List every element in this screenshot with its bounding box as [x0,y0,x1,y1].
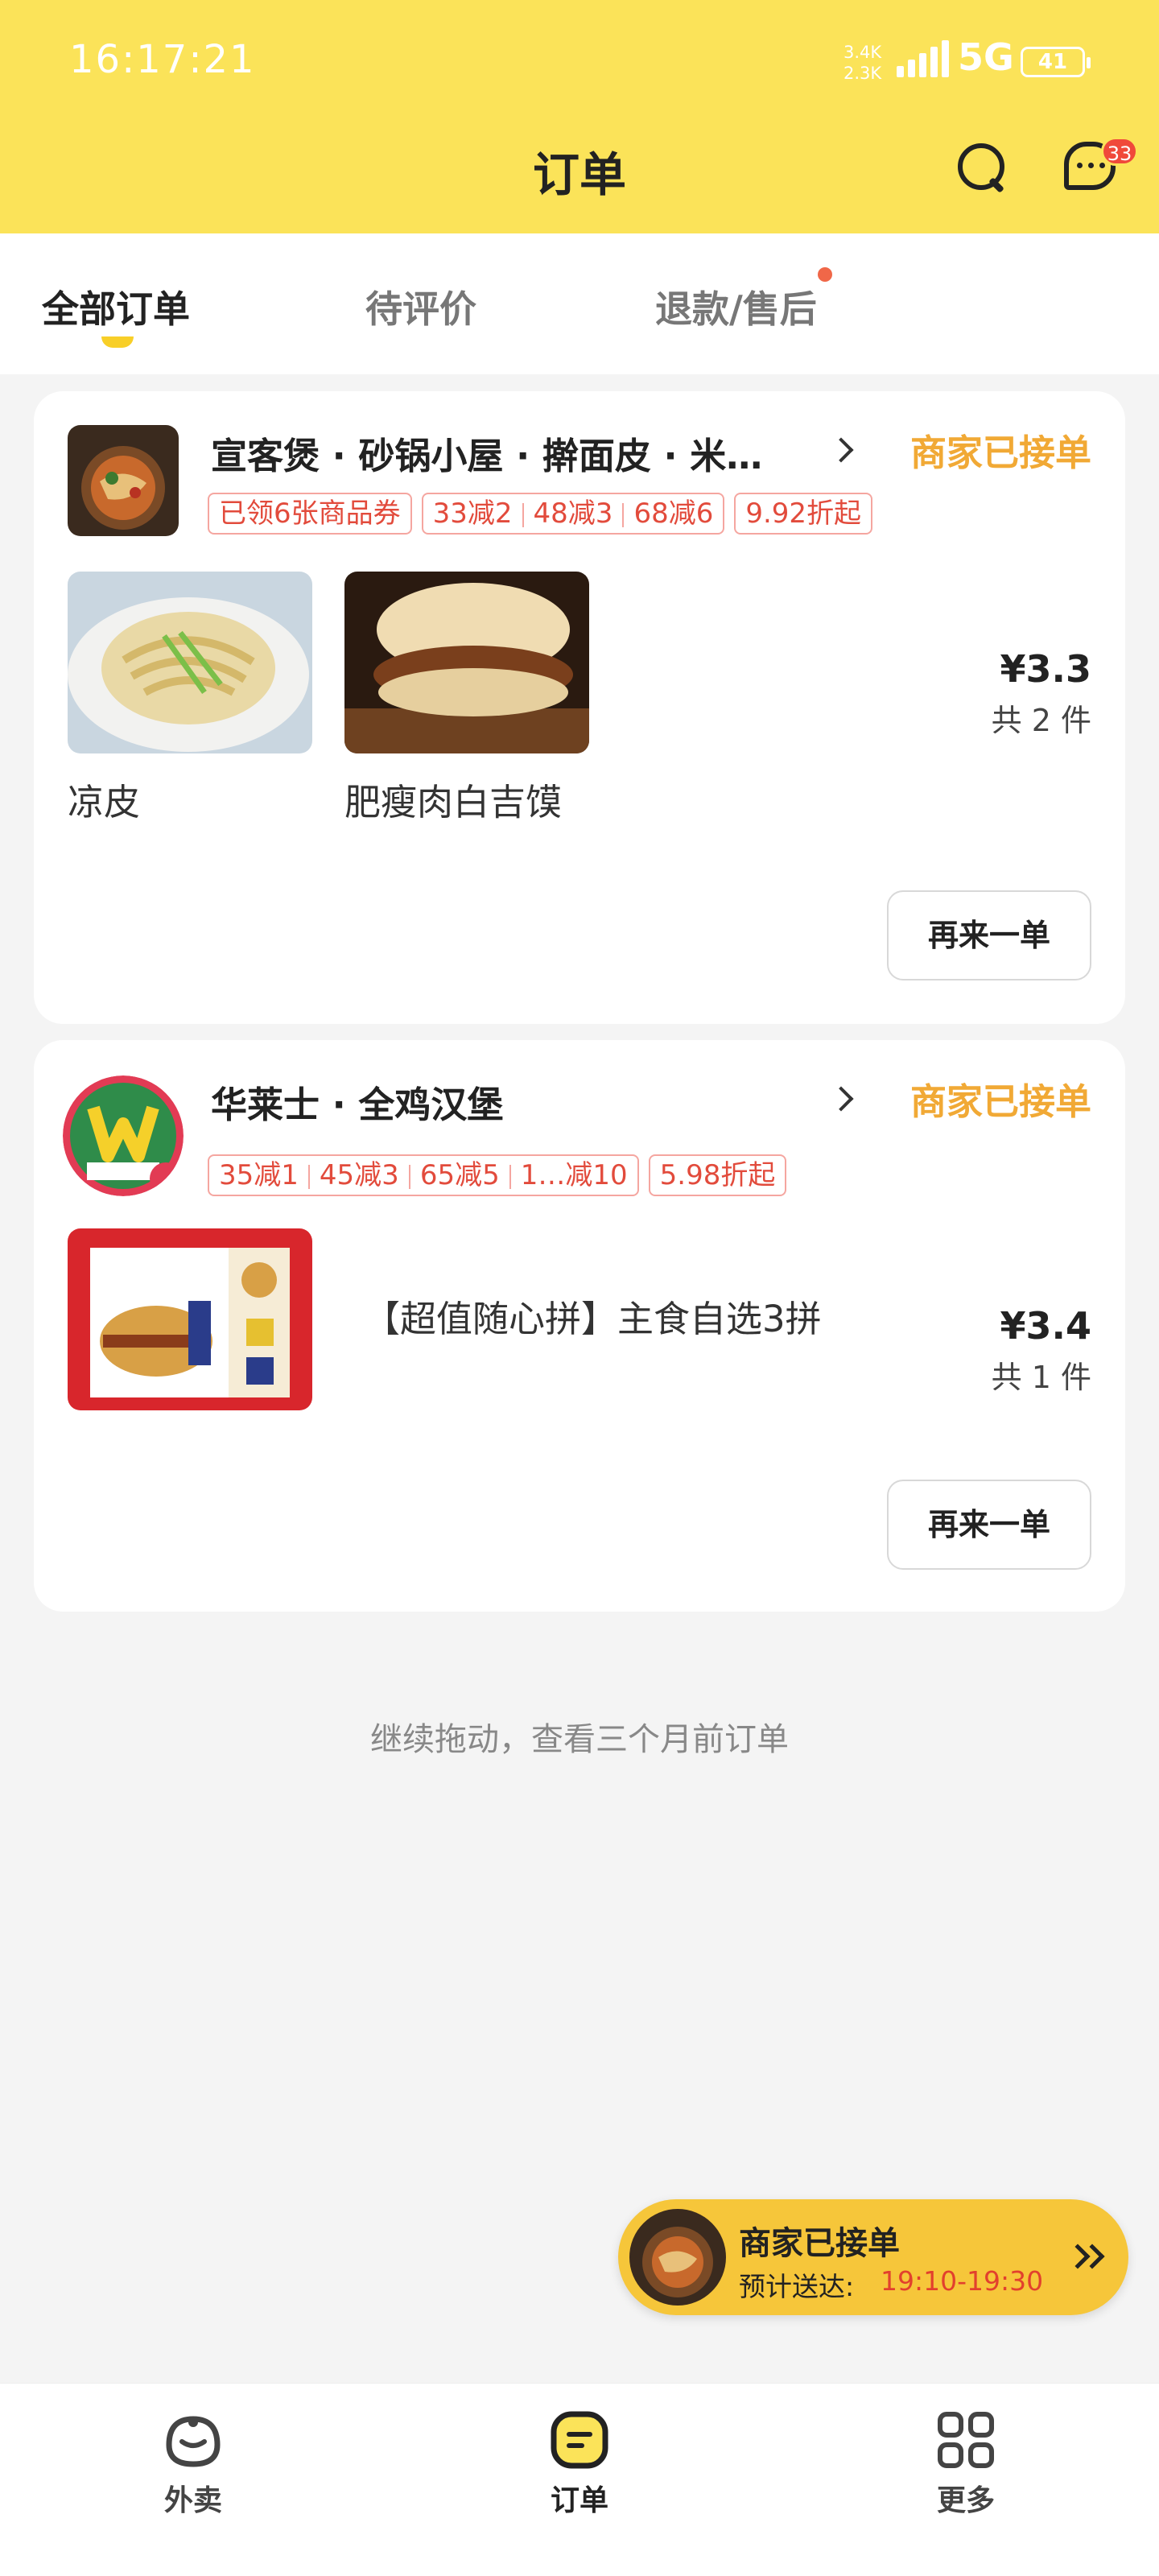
active-tab-indicator [101,336,134,348]
nav-more[interactable]: 更多 [901,2400,1030,2519]
older-orders-hint[interactable]: 继续拖动，查看三个月前订单 [0,1713,1159,1760]
item-image [344,572,589,753]
discount-tier: 68减6 [633,497,714,530]
takeout-icon [161,2408,225,2472]
tab-all-orders[interactable]: 全部订单 [42,280,190,333]
promo-tags: 35减1 45减3 65减5 1…减10 5.98折起 [208,1154,796,1196]
battery-icon: 41 [1021,47,1091,77]
item-image [68,1228,312,1410]
discount-tag: 33减2 48减3 68减6 [421,493,725,535]
store-name[interactable]: 华莱士 · 全鸡汉堡 [211,1075,503,1128]
item-image [68,572,312,753]
discount-tier: 65减5 [419,1159,500,1191]
discount-rate-tag: 9.92折起 [734,493,873,535]
delivery-status-title: 商家已接单 [739,2225,900,2262]
discount-tier: 35减1 [219,1159,299,1191]
eta-time: 19:10-19:30 [881,2265,1044,2297]
chevron-right-icon[interactable] [828,1086,854,1112]
nav-label: 外卖 [163,2484,222,2517]
order-tabs: 全部订单 待评价 退款/售后 [0,233,1159,374]
discount-tier: 48减3 [533,497,613,530]
orders-icon [547,2408,612,2472]
nav-label: 更多 [936,2484,995,2517]
order-status: 商家已接单 [909,1080,1091,1123]
reorder-button[interactable]: 再来一单 [887,890,1091,980]
signal-icon [897,40,953,77]
search-icon[interactable] [956,142,1004,190]
app-header: 16:17:21 3.4K 2.3K 5G 41 订单 33 [0,0,1159,233]
grid-icon [934,2408,998,2472]
order-status: 商家已接单 [909,431,1091,474]
network-type: 5G [958,35,1014,79]
store-logo [68,425,179,536]
bottom-nav: 外卖 订单 更多 [0,2383,1159,2576]
store-logo [63,1075,184,1196]
eta-label: 预计送达: [739,2271,855,2302]
tab-refund-aftersale[interactable]: 退款/售后 [655,280,817,333]
reorder-button[interactable]: 再来一单 [887,1480,1091,1570]
discount-tag: 35减1 45减3 65减5 1…减10 [208,1154,639,1196]
nav-label: 订单 [550,2484,608,2517]
order-price: ¥3.4 [1000,1304,1092,1348]
discount-tier: 45减3 [319,1159,399,1191]
double-chevron-right-icon[interactable] [1065,2240,1109,2275]
net-up: 3.4K [843,43,882,62]
item-count: 共 2 件 [991,703,1091,738]
chevron-right-icon[interactable] [828,437,854,463]
discount-tier: 33减2 [432,497,513,530]
net-down: 2.3K [843,64,882,83]
item-count: 共 1 件 [991,1360,1091,1395]
nav-orders[interactable]: 订单 [515,2400,644,2519]
nav-takeout[interactable]: 外卖 [129,2400,258,2519]
store-logo [629,2209,726,2306]
item-name: 凉皮 [68,781,141,824]
order-card[interactable]: 华莱士 · 全鸡汉堡 商家已接单 35减1 45减3 65减5 1…减10 5.98折起… [34,1040,1125,1612]
item-name: 肥瘦肉白吉馍 [344,781,563,824]
refund-notification-dot [818,267,832,282]
status-bar: 16:17:21 3.4K 2.3K 5G 41 [0,0,1159,121]
promo-tags: 已领6张商品券 33减2 48减3 68减6 9.92折起 [208,493,882,535]
order-price: ¥3.3 [1000,647,1092,691]
status-time: 16:17:21 [69,37,256,82]
coupon-tag: 已领6张商品券 [208,493,412,535]
message-badge: 33 [1101,137,1138,166]
tab-to-review[interactable]: 待评价 [365,280,476,333]
store-name[interactable]: 宣客煲 · 砂锅小屋 · 擀面皮 · 米… [211,427,762,479]
discount-tier: 1…减10 [520,1159,628,1191]
network-speed: 3.4K 2.3K [843,42,881,84]
item-name: 【超值随心拼】主食自选3拼 [364,1298,822,1340]
discount-rate-tag: 5.98折起 [648,1154,787,1196]
delivery-status-banner[interactable]: 商家已接单 预计送达: 19:10-19:30 [618,2199,1128,2315]
order-card[interactable]: 宣客煲 · 砂锅小屋 · 擀面皮 · 米… 商家已接单 已领6张商品券 33减2 4… [34,391,1125,1024]
